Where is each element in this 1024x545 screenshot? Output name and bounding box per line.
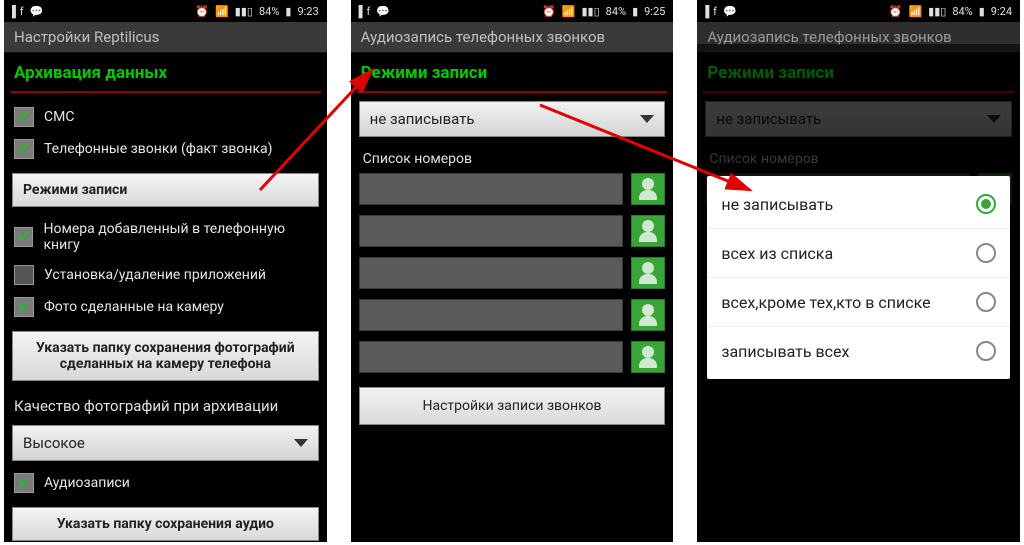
pick-contact-button-4[interactable] [631, 299, 665, 331]
wifi-icon: 📶 [215, 5, 229, 18]
pick-contact-button-3[interactable] [631, 257, 665, 289]
option-from-list[interactable]: всех из списка [707, 229, 1010, 278]
checkbox-photos-row[interactable]: ✔ Фото сделанные на камеру [4, 291, 327, 323]
audio-folder-button[interactable]: Указать папку сохранения аудио [12, 507, 319, 541]
pick-contact-button-5[interactable] [631, 341, 665, 373]
label-sms: СМС [44, 109, 74, 125]
divider [357, 91, 668, 93]
battery-icon: ▮ [632, 5, 638, 18]
mode-value: не записывать [370, 110, 475, 128]
battery-text: 84% [606, 5, 626, 18]
number-row [359, 341, 666, 373]
quality-dropdown[interactable]: Высокое [12, 425, 319, 461]
checkbox-calls[interactable]: ✔ [14, 139, 34, 159]
divider [10, 91, 321, 93]
status-bar: ▌f 💬 ⏰ 📶 ▮▮▯ 84% ▮ 9:23 [4, 0, 327, 22]
checkbox-photos[interactable]: ✔ [14, 297, 34, 317]
checkbox-contacts[interactable]: ✔ [14, 227, 33, 247]
number-row [359, 215, 666, 247]
option-label: не записывать [721, 195, 833, 214]
app-title: Настройки Reptilicus [4, 22, 327, 53]
number-row [359, 173, 666, 205]
recording-settings-button[interactable]: Настройки записи звонков [359, 387, 666, 425]
option-label: записывать всех [721, 342, 849, 361]
quality-value: Высокое [23, 434, 85, 452]
checkbox-sms-row[interactable]: ✔ СМС [4, 101, 327, 133]
radio-icon [976, 243, 996, 263]
checkbox-audio[interactable]: ✔ [14, 473, 34, 493]
speech-icon: 💬 [376, 5, 390, 18]
check-icon: ✔ [17, 229, 30, 245]
label-apps: Установка/удаление приложений [44, 267, 266, 283]
battery-icon: ▮ [285, 5, 291, 18]
number-row [359, 299, 666, 331]
alarm-icon: ⏰ [542, 5, 556, 18]
battery-text: 84% [952, 5, 972, 18]
quality-label: Качество фотографий при архивации [4, 389, 327, 419]
wifi-icon: 📶 [908, 5, 922, 18]
battery-icon: ▮ [979, 5, 985, 18]
status-bar: ▌f 💬 ⏰ 📶 ▮▮▯ 84% ▮ 9:25 [351, 0, 674, 22]
radio-icon [976, 292, 996, 312]
battery-text: 84% [259, 5, 279, 18]
signal-icon: ▮▮▯ [235, 5, 253, 18]
clock-text: 9:23 [297, 5, 318, 18]
checkbox-contacts-row[interactable]: ✔ Номера добавленный в телефонную книгу [4, 215, 327, 259]
phone-1: ▌f 💬 ⏰ 📶 ▮▮▯ 84% ▮ 9:23 Настройки Reptil… [4, 0, 327, 542]
number-input-1[interactable] [359, 173, 624, 205]
phone-3: ▌f 💬 ⏰ 📶 ▮▮▯ 84% ▮ 9:24 Аудиозапись теле… [697, 0, 1020, 542]
clock-text: 9:25 [644, 5, 665, 18]
section-title: Режими записи [351, 53, 674, 89]
recording-modes-button[interactable]: Режими записи [12, 173, 319, 207]
alarm-icon: ⏰ [889, 5, 903, 18]
option-label: всех,кроме тех,кто в списке [721, 293, 930, 312]
clock-text: 9:24 [991, 5, 1012, 18]
number-input-5[interactable] [359, 341, 624, 373]
number-row [359, 257, 666, 289]
label-photos: Фото сделанные на камеру [44, 299, 224, 315]
checkbox-audio-row[interactable]: ✔ Аудиозаписи [4, 467, 327, 499]
number-input-4[interactable] [359, 299, 624, 331]
mode-dropdown[interactable]: не записывать [359, 101, 666, 137]
check-icon: ✔ [17, 475, 30, 491]
wifi-icon: 📶 [562, 5, 576, 18]
checkbox-apps[interactable] [14, 265, 34, 285]
option-no-record[interactable]: не записывать [707, 180, 1010, 229]
checkbox-apps-row[interactable]: Установка/удаление приложений [4, 259, 327, 291]
section-title: Архивация данных [4, 53, 327, 89]
label-audio: Аудиозаписи [44, 475, 130, 491]
radio-icon [976, 194, 996, 214]
label-contacts: Номера добавленный в телефонную книгу [43, 221, 316, 253]
phone-2: ▌f 💬 ⏰ 📶 ▮▮▯ 84% ▮ 9:25 Аудиозапись теле… [351, 0, 674, 542]
signal-icon: ▮▮▯ [581, 5, 599, 18]
number-list-label: Список номеров [359, 147, 666, 173]
signal-icon: ▮▮▯ [928, 5, 946, 18]
check-icon: ✔ [17, 299, 30, 315]
alarm-icon: ⏰ [195, 5, 209, 18]
pick-contact-button-1[interactable] [631, 173, 665, 205]
chevron-down-icon [294, 439, 308, 447]
mode-options-popup: не записывать всех из списка всех,кроме … [707, 176, 1010, 379]
facebook-icon: ▌f [705, 5, 717, 18]
check-icon: ✔ [17, 109, 30, 125]
speech-icon: 💬 [30, 5, 44, 18]
facebook-icon: ▌f [359, 5, 371, 18]
option-except-list[interactable]: всех,кроме тех,кто в списке [707, 278, 1010, 327]
checkbox-sms[interactable]: ✔ [14, 107, 34, 127]
chevron-down-icon [640, 115, 654, 123]
speech-icon: 💬 [723, 5, 737, 18]
label-calls: Телефонные звонки (факт звонка) [44, 141, 273, 157]
number-input-3[interactable] [359, 257, 624, 289]
facebook-icon: ▌f [12, 5, 24, 18]
photo-folder-button[interactable]: Указать папку сохранения фотографий сдел… [12, 331, 319, 381]
checkbox-calls-row[interactable]: ✔ Телефонные звонки (факт звонка) [4, 133, 327, 165]
number-input-2[interactable] [359, 215, 624, 247]
app-title: Аудиозапись телефонных звонков [351, 22, 674, 53]
pick-contact-button-2[interactable] [631, 215, 665, 247]
check-icon: ✔ [17, 141, 30, 157]
option-record-all[interactable]: записывать всех [707, 327, 1010, 375]
radio-icon [976, 341, 996, 361]
option-label: всех из списка [721, 244, 833, 263]
status-bar: ▌f 💬 ⏰ 📶 ▮▮▯ 84% ▮ 9:24 [697, 0, 1020, 22]
